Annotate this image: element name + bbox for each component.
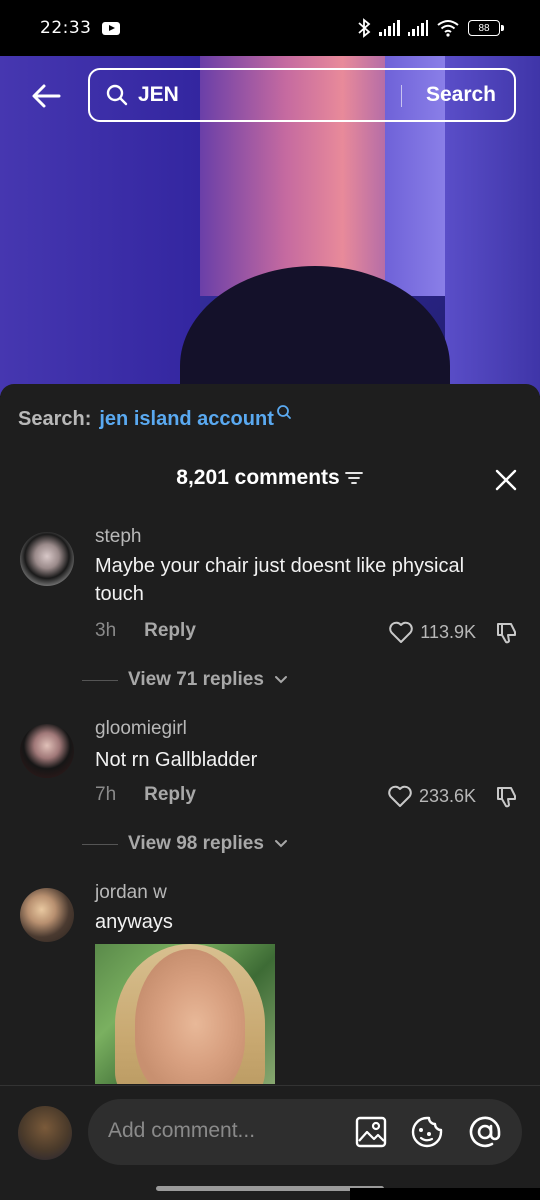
signal-2-icon bbox=[407, 20, 428, 36]
comment-meta: 3h Reply bbox=[95, 620, 196, 642]
chevron-down-icon bbox=[274, 676, 287, 684]
comment-text: Maybe your chair just doesnt like physic… bbox=[95, 555, 465, 605]
signal-1-icon bbox=[379, 20, 400, 36]
close-icon[interactable] bbox=[494, 468, 518, 492]
search-suggestion-label: Search: bbox=[18, 408, 92, 430]
wifi-icon bbox=[437, 20, 459, 37]
back-button[interactable] bbox=[28, 78, 64, 114]
bluetooth-icon bbox=[358, 18, 371, 38]
reply-button[interactable]: Reply bbox=[144, 620, 196, 642]
current-user-avatar bbox=[18, 1106, 72, 1160]
comments-sheet: Search: jen island account 8,201 comment… bbox=[0, 384, 540, 1200]
search-query: JEN bbox=[138, 83, 179, 106]
comment-meta: 7h Reply bbox=[95, 784, 196, 806]
image-icon[interactable] bbox=[354, 1115, 388, 1149]
like-count: 233.6K bbox=[418, 785, 476, 806]
replies-divider bbox=[82, 679, 118, 681]
search-mini-icon bbox=[276, 405, 291, 419]
avatar[interactable] bbox=[20, 532, 74, 586]
comment-text: anyways bbox=[95, 911, 173, 933]
chevron-down-icon bbox=[274, 840, 287, 848]
emoji-sticker-icon[interactable] bbox=[410, 1115, 444, 1149]
search-suggestion[interactable]: Search: jen island account bbox=[18, 405, 292, 431]
mention-icon[interactable] bbox=[468, 1115, 502, 1149]
battery-level: 88 bbox=[478, 22, 490, 34]
heart-icon bbox=[389, 621, 414, 643]
search-button[interactable]: Search bbox=[426, 83, 496, 107]
view-replies-label: View 71 replies bbox=[128, 669, 264, 690]
comment-gif-image[interactable] bbox=[95, 944, 275, 1084]
avatar[interactable] bbox=[20, 888, 74, 942]
comments-count-label: 8,201 comments bbox=[176, 466, 340, 489]
search-icon bbox=[106, 84, 128, 106]
comment-text: Not rn Gallbladder bbox=[95, 749, 258, 771]
comments-count[interactable]: 8,201 comments bbox=[176, 466, 363, 490]
like-count: 113.9K bbox=[420, 621, 476, 642]
comment-time: 7h bbox=[95, 784, 117, 805]
search-input[interactable]: JEN Search bbox=[88, 68, 516, 122]
status-icons: 88 bbox=[357, 18, 504, 38]
status-time: 22:33 bbox=[40, 18, 92, 38]
comment-input-bar: Add comment... bbox=[0, 1085, 540, 1200]
status-bar: 22:33 88 bbox=[0, 0, 540, 56]
view-replies-button[interactable]: View 71 replies bbox=[82, 669, 288, 691]
comment-time: 3h bbox=[95, 620, 117, 641]
dislike-icon[interactable] bbox=[494, 784, 520, 810]
arrow-left-icon bbox=[32, 84, 61, 108]
replies-divider bbox=[82, 843, 118, 845]
view-replies-button[interactable]: View 98 replies bbox=[82, 833, 288, 855]
heart-icon bbox=[388, 785, 412, 807]
sort-filter-icon bbox=[344, 472, 363, 484]
reply-button[interactable]: Reply bbox=[144, 784, 196, 806]
search-divider bbox=[401, 85, 402, 107]
youtube-notification-icon bbox=[101, 21, 120, 35]
comments-header: 8,201 comments bbox=[0, 466, 540, 496]
add-comment-placeholder: Add comment... bbox=[108, 1119, 256, 1142]
comment-username[interactable]: gloomiegirl bbox=[95, 718, 187, 740]
battery-icon: 88 bbox=[468, 20, 504, 36]
like-button[interactable]: 233.6K bbox=[387, 784, 476, 808]
dislike-icon[interactable] bbox=[494, 620, 520, 646]
view-replies-label: View 98 replies bbox=[128, 833, 264, 854]
search-suggestion-link[interactable]: jen island account bbox=[99, 408, 273, 431]
avatar[interactable] bbox=[20, 724, 74, 778]
add-comment-input[interactable]: Add comment... bbox=[88, 1099, 522, 1165]
comment-username[interactable]: steph bbox=[95, 526, 141, 548]
nav-bar-edge bbox=[350, 1188, 540, 1200]
like-button[interactable]: 113.9K bbox=[388, 620, 476, 644]
comment-username[interactable]: jordan w bbox=[95, 882, 167, 904]
